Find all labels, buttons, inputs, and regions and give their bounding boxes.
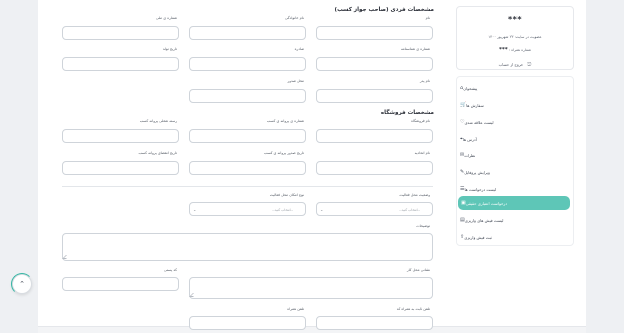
menu-item-submit-receipt[interactable]: ⇪ ثبت فیش واریزی [457,230,567,244]
profile-card: *** عضویت در سایت: ۲۳ شهریور ۱۴۰۰ شماره … [456,6,574,70]
logout-label: خروج از حساب [498,62,524,67]
label-issue-date: صادره [294,47,304,51]
postal-code-input[interactable] [62,277,179,291]
label-id-number: شماره ی شناسنامه [400,47,430,51]
scroll-to-top-button[interactable]: ⌃ [11,273,33,295]
heart-icon: ♡ [460,119,465,125]
user-name: *** [507,15,523,24]
select-placeholder: --انتخاب کنید-- [272,207,293,212]
description-textarea[interactable] [62,233,433,261]
menu-item-receipts[interactable]: ▤ لیست فیش های واریزی [457,213,567,227]
cart-icon: 🛒 [460,102,467,108]
phone-value: *** [498,47,508,53]
label-license-number: شماره ی پروانه ی کسب [266,119,304,123]
label-mobile: تلفن همراه [287,307,304,311]
issue-place-input[interactable] [189,89,306,103]
label-license-validity: رسته شغلی پروانه کسب [139,119,177,123]
menu-item-label: سفارش ها [466,102,484,108]
id-number-input[interactable] [316,57,433,71]
label-license-expiry-date: تاریخ انقضای پروانه کسب [138,151,177,155]
menu-item-edit-profile[interactable]: ✎ ویرایش پروفایل [457,165,567,179]
menu-item-label: لیست فیش های واریزی [464,217,504,223]
menu-item-credit-request[interactable]: ▣ درخواست اعتباری حقیقی [458,196,570,210]
credit-request-form: مشخصات فردی (صاحب جواز کسب) نام نام خانو… [56,0,440,333]
menu-item-label: نظرات [464,152,476,158]
section-divider [62,186,433,187]
address-textarea[interactable] [189,277,433,299]
activity-status-select[interactable]: --انتخاب کنید-- ⌄ [316,202,433,216]
label-birth-date: تاریخ تولد [162,47,177,51]
chevron-down-icon: ⌄ [320,206,324,212]
personal-section-title: مشخصات فردی (صاحب جواز کسب) [334,7,434,13]
menu-item-comments[interactable]: ✉ نظرات [457,148,567,162]
map-icon: ⌖ [460,136,463,142]
chevron-down-icon: ⌄ [193,206,197,212]
label-description: توضیحات [416,224,430,228]
label-national-code: شماره ی ملی [155,16,177,20]
logout-icon: ⎋ [527,62,532,68]
scroll-progress-ring [11,273,33,295]
label-last-name: نام خانوادگی [285,16,304,20]
label-first-name: نام [425,16,430,20]
phone-label: شماره همراه : [508,48,532,52]
label-activity-status: وضعیت محل فعالیت [399,193,430,197]
issue-date-input[interactable] [189,57,306,71]
menu-item-label: پیشخوان [463,85,478,91]
national-code-input[interactable] [62,26,179,40]
logout-link[interactable]: ⎋ خروج از حساب [457,62,573,68]
upload-icon: ⇪ [460,234,465,240]
store-name-input[interactable] [316,129,433,143]
last-name-input[interactable] [189,26,306,40]
dashboard-icon: ⌂ [460,85,464,91]
label-father-name: نام پدر [419,79,430,83]
resize-grip-icon[interactable] [189,293,197,297]
account-sidebar: *** عضویت در سایت: ۲۳ شهریور ۱۴۰۰ شماره … [454,0,576,333]
menu-item-label: آدرس ها [462,136,477,142]
first-name-input[interactable] [316,26,433,40]
menu-item-dashboard[interactable]: ⌂ پیشخوان [457,81,567,95]
label-activity-type: نوع امکان محل فعالیت [269,193,304,197]
credit-icon: ▣ [461,200,466,206]
birth-date-input[interactable] [62,57,179,71]
label-address: نشانی محل کار [406,268,430,272]
menu-item-label: ویرایش پروفایل [464,169,490,175]
label-issue-place: محل صدور [287,79,304,83]
license-issue-date-input[interactable] [189,161,306,175]
receipt-icon: ▤ [460,217,465,223]
phone-row: شماره همراه : *** [457,47,573,53]
select-placeholder: --انتخاب کنید-- [399,207,420,212]
store-section-title: مشخصات فروشگاه [380,110,434,116]
label-phone: تلفن ثابت به همراه کد [396,307,430,311]
union-name-input[interactable] [316,161,433,175]
menu-item-label: لیست علاقه مندی [464,119,494,125]
label-postal-code: کد پستی [163,268,177,272]
father-name-input[interactable] [316,89,433,103]
phone-input[interactable] [316,316,433,330]
menu-item-label: لیست درخواست ها [464,186,497,192]
list-icon: ☰ [460,186,465,192]
menu-item-label: درخواست اعتباری حقیقی [465,200,508,206]
mobile-input[interactable] [189,316,306,330]
label-union-name: نام اتحادیه [414,151,430,155]
license-number-input[interactable] [189,129,306,143]
menu-item-wishlist[interactable]: ♡ لیست علاقه مندی [457,115,567,129]
edit-icon: ✎ [460,169,465,175]
account-menu: ⌂ پیشخوان 🛒 سفارش ها ♡ لیست علاقه مندی ⌖… [456,76,574,246]
comment-icon: ✉ [460,152,465,158]
menu-item-requests[interactable]: ☰ لیست درخواست ها [457,182,567,196]
resize-grip-icon[interactable] [62,255,70,259]
member-since: عضویت در سایت: ۲۳ شهریور ۱۴۰۰ [488,35,542,39]
activity-type-select[interactable]: --انتخاب کنید-- ⌄ [189,202,306,216]
menu-item-label: ثبت فیش واریزی [464,234,492,240]
label-store-name: نام فروشگاه [411,119,430,123]
menu-item-orders[interactable]: 🛒 سفارش ها [457,98,567,112]
label-license-issue-date: تاریخ صدور پروانه ی کسب [263,151,304,155]
license-validity-input[interactable] [62,129,179,143]
license-expiry-date-input[interactable] [62,161,179,175]
menu-item-addresses[interactable]: ⌖ آدرس ها [457,132,567,146]
